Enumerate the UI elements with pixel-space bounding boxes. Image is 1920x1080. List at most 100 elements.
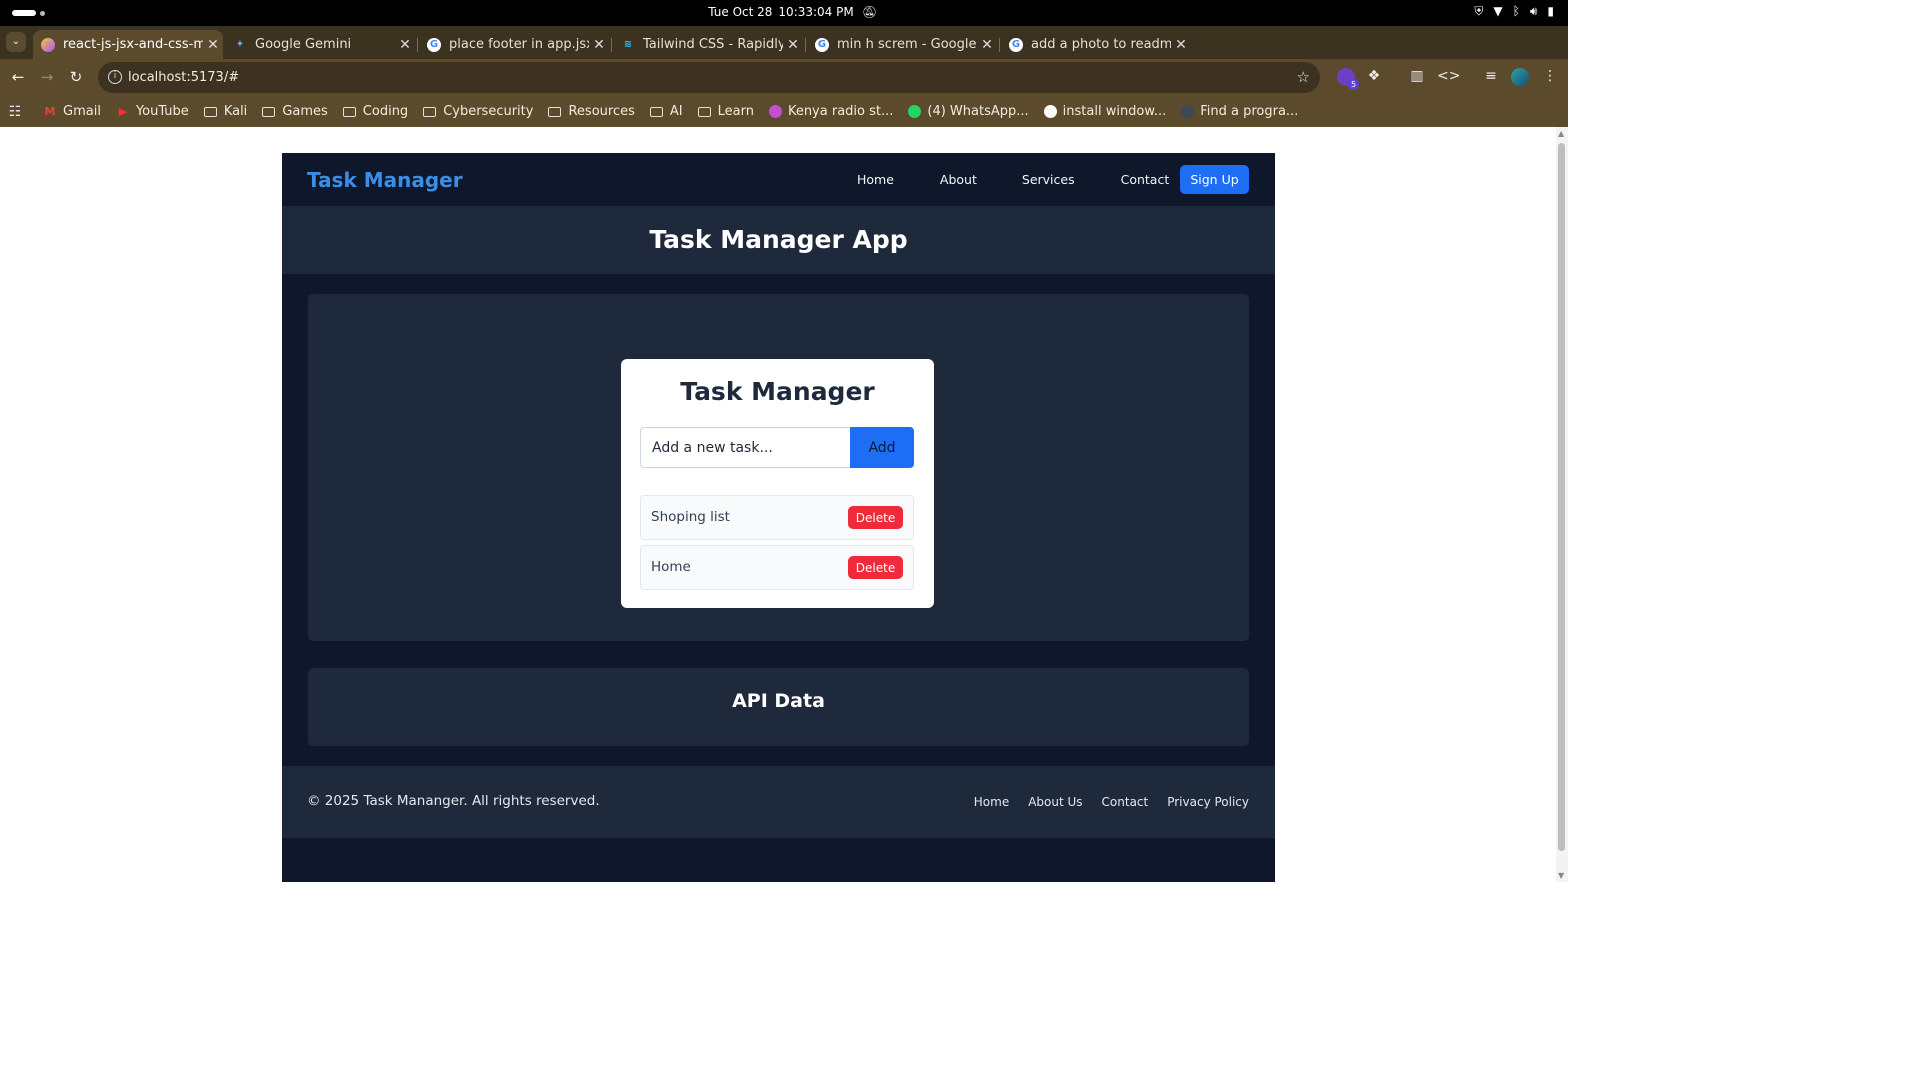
battery-icon[interactable]: ▮	[1547, 4, 1554, 19]
card-title: Task Manager	[680, 377, 875, 406]
browser-tab[interactable]: G min h screm - Google S ✕	[807, 30, 997, 59]
tab-search-chevron-icon[interactable]: ⌄	[6, 32, 26, 52]
system-top-bar: Tue Oct 28 10:33:04 PM 🔕︎ ⛨ ▼ ᛒ 🔊︎ ▮	[0, 0, 1568, 26]
folder-icon	[423, 106, 437, 117]
browser-tab[interactable]: G place footer in app.jsx - ✕	[419, 30, 609, 59]
bookmark-youtube[interactable]: ▶ YouTube	[116, 104, 189, 119]
vite-favicon-icon	[41, 37, 55, 52]
tab-title: min h screm - Google S	[837, 37, 977, 52]
bookmark-folder-resources[interactable]: Resources	[548, 104, 635, 119]
browser-tab[interactable]: ✦ Google Gemini ✕	[225, 30, 415, 59]
app-nav-links: Home About Services Contact	[857, 172, 1169, 187]
tab-separator	[999, 38, 1000, 52]
app-brand[interactable]: Task Manager	[307, 168, 463, 192]
folder-icon	[342, 106, 356, 117]
api-data-title: API Data	[732, 690, 825, 712]
footer-link-privacy-policy[interactable]: Privacy Policy	[1167, 795, 1249, 809]
shield-icon[interactable]: ⛨	[1474, 4, 1483, 19]
wifi-icon[interactable]: ▼	[1493, 4, 1502, 19]
tab-separator	[611, 38, 612, 52]
browser-tab-strip: ⌄ react-js-jsx-and-css-mas ✕ ✦ Google Ge…	[0, 26, 1568, 77]
bookmark-label: Games	[282, 104, 328, 119]
volume-icon[interactable]: 🔊︎	[1530, 4, 1538, 19]
reload-icon[interactable]: ↻	[66, 67, 86, 87]
back-arrow-icon[interactable]: ←	[8, 67, 28, 87]
reading-mode-icon[interactable]: ▥	[1407, 68, 1427, 84]
bookmark-label: Resources	[568, 104, 635, 119]
bookmarks-bar: ☷ M Gmail ▶ YouTube Kali Games Coding Cybe…	[0, 96, 1568, 127]
notifications-muted-icon[interactable]: 🔕︎	[862, 5, 877, 19]
delete-task-button[interactable]: Delete	[848, 506, 903, 529]
sign-up-button[interactable]: Sign Up	[1180, 165, 1249, 194]
bookmark-star-icon[interactable]: ☆	[1297, 68, 1310, 86]
bookmark-label: Kali	[223, 104, 248, 119]
close-tab-icon[interactable]: ✕	[395, 37, 415, 53]
system-tray[interactable]: ⛨ ▼ ᛒ 🔊︎ ▮	[1474, 4, 1554, 19]
forward-arrow-icon[interactable]: →	[37, 67, 57, 87]
bookmark-folder-games[interactable]: Games	[262, 104, 328, 119]
close-tab-icon[interactable]: ✕	[977, 37, 997, 53]
apps-grid-icon[interactable]: ☷	[8, 104, 28, 120]
google-icon	[1043, 105, 1057, 118]
task-manager-app: Task Manager Home About Services Contact…	[282, 153, 1275, 882]
bookmark-install-windows[interactable]: install window...	[1043, 104, 1166, 119]
folder-icon	[203, 106, 217, 117]
devtools-code-icon[interactable]: <>	[1437, 68, 1460, 84]
site-info-icon[interactable]: i	[108, 70, 122, 84]
bluetooth-icon[interactable]: ᛒ	[1513, 4, 1520, 19]
bookmark-label: AI	[669, 104, 683, 119]
folder-icon	[262, 106, 276, 117]
extensions-puzzle-icon[interactable]: ❖	[1364, 68, 1384, 84]
app-icon	[1181, 105, 1195, 118]
more-menu-icon[interactable]: ⋮	[1540, 68, 1560, 84]
scroll-up-arrow-icon[interactable]: ▲	[1558, 129, 1564, 138]
nav-link-services[interactable]: Services	[1022, 172, 1075, 187]
bookmark-label: (4) WhatsApp...	[927, 104, 1029, 119]
browser-tab[interactable]: react-js-jsx-and-css-mas ✕	[33, 30, 223, 59]
bookmark-folder-cybersecurity[interactable]: Cybersecurity	[423, 104, 533, 119]
tab-title: Google Gemini	[255, 37, 352, 52]
bookmark-label: Find a progra...	[1200, 104, 1299, 119]
new-task-input[interactable]	[640, 427, 851, 468]
close-tab-icon[interactable]: ✕	[783, 37, 803, 53]
scrollbar-thumb[interactable]	[1558, 143, 1565, 851]
page-title: Task Manager App	[649, 225, 908, 254]
api-data-panel: API Data	[308, 668, 1249, 746]
page-scrollbar[interactable]: ▲ ▼	[1556, 127, 1568, 882]
nav-link-home[interactable]: Home	[857, 172, 894, 187]
bookmark-folder-learn[interactable]: Learn	[697, 104, 754, 119]
close-tab-icon[interactable]: ✕	[1171, 37, 1191, 53]
add-task-button[interactable]: Add	[850, 427, 914, 468]
close-tab-icon[interactable]: ✕	[203, 37, 223, 53]
system-clock[interactable]: Tue Oct 28 10:33:04 PM	[0, 5, 1568, 19]
nav-link-contact[interactable]: Contact	[1121, 172, 1170, 187]
browser-toolbar: ← → ↻ i localhost:5173/# ☆ 5 ❖ ▥ <> ≡ ⋮	[0, 59, 1568, 96]
tab-title: Tailwind CSS - Rapidly b	[643, 37, 783, 52]
task-card: Task Manager Add Shoping list Delete Hom…	[621, 359, 934, 608]
footer-link-home[interactable]: Home	[974, 795, 1009, 809]
nav-link-about[interactable]: About	[940, 172, 977, 187]
footer-link-contact[interactable]: Contact	[1102, 795, 1149, 809]
whatsapp-icon	[908, 105, 922, 118]
bookmark-folder-ai[interactable]: AI	[649, 104, 683, 119]
bookmark-kenya-radio[interactable]: Kenya radio st...	[768, 104, 893, 119]
bookmark-folder-kali[interactable]: Kali	[203, 104, 248, 119]
address-bar[interactable]: i localhost:5173/# ☆	[98, 62, 1320, 93]
gemini-favicon-icon: ✦	[235, 38, 245, 50]
folder-icon	[649, 106, 663, 117]
delete-task-button[interactable]: Delete	[848, 556, 903, 579]
footer-link-about-us[interactable]: About Us	[1028, 795, 1082, 809]
scroll-down-arrow-icon[interactable]: ▼	[1558, 871, 1564, 880]
address-url[interactable]: localhost:5173/#	[128, 70, 239, 85]
bookmark-whatsapp[interactable]: (4) WhatsApp...	[908, 104, 1029, 119]
browser-tab[interactable]: ≋ Tailwind CSS - Rapidly b ✕	[613, 30, 803, 59]
media-queue-icon[interactable]: ≡	[1481, 68, 1501, 84]
profile-avatar[interactable]	[1511, 68, 1529, 86]
bookmark-find-program[interactable]: Find a progra...	[1181, 104, 1298, 119]
close-tab-icon[interactable]: ✕	[589, 37, 609, 53]
system-time: 10:33:04 PM	[778, 5, 854, 19]
extension-icon[interactable]: 5	[1337, 68, 1359, 90]
browser-tab[interactable]: G add a photo to readme ✕	[1001, 30, 1191, 59]
bookmark-gmail[interactable]: M Gmail	[43, 104, 101, 119]
bookmark-folder-coding[interactable]: Coding	[342, 104, 408, 119]
